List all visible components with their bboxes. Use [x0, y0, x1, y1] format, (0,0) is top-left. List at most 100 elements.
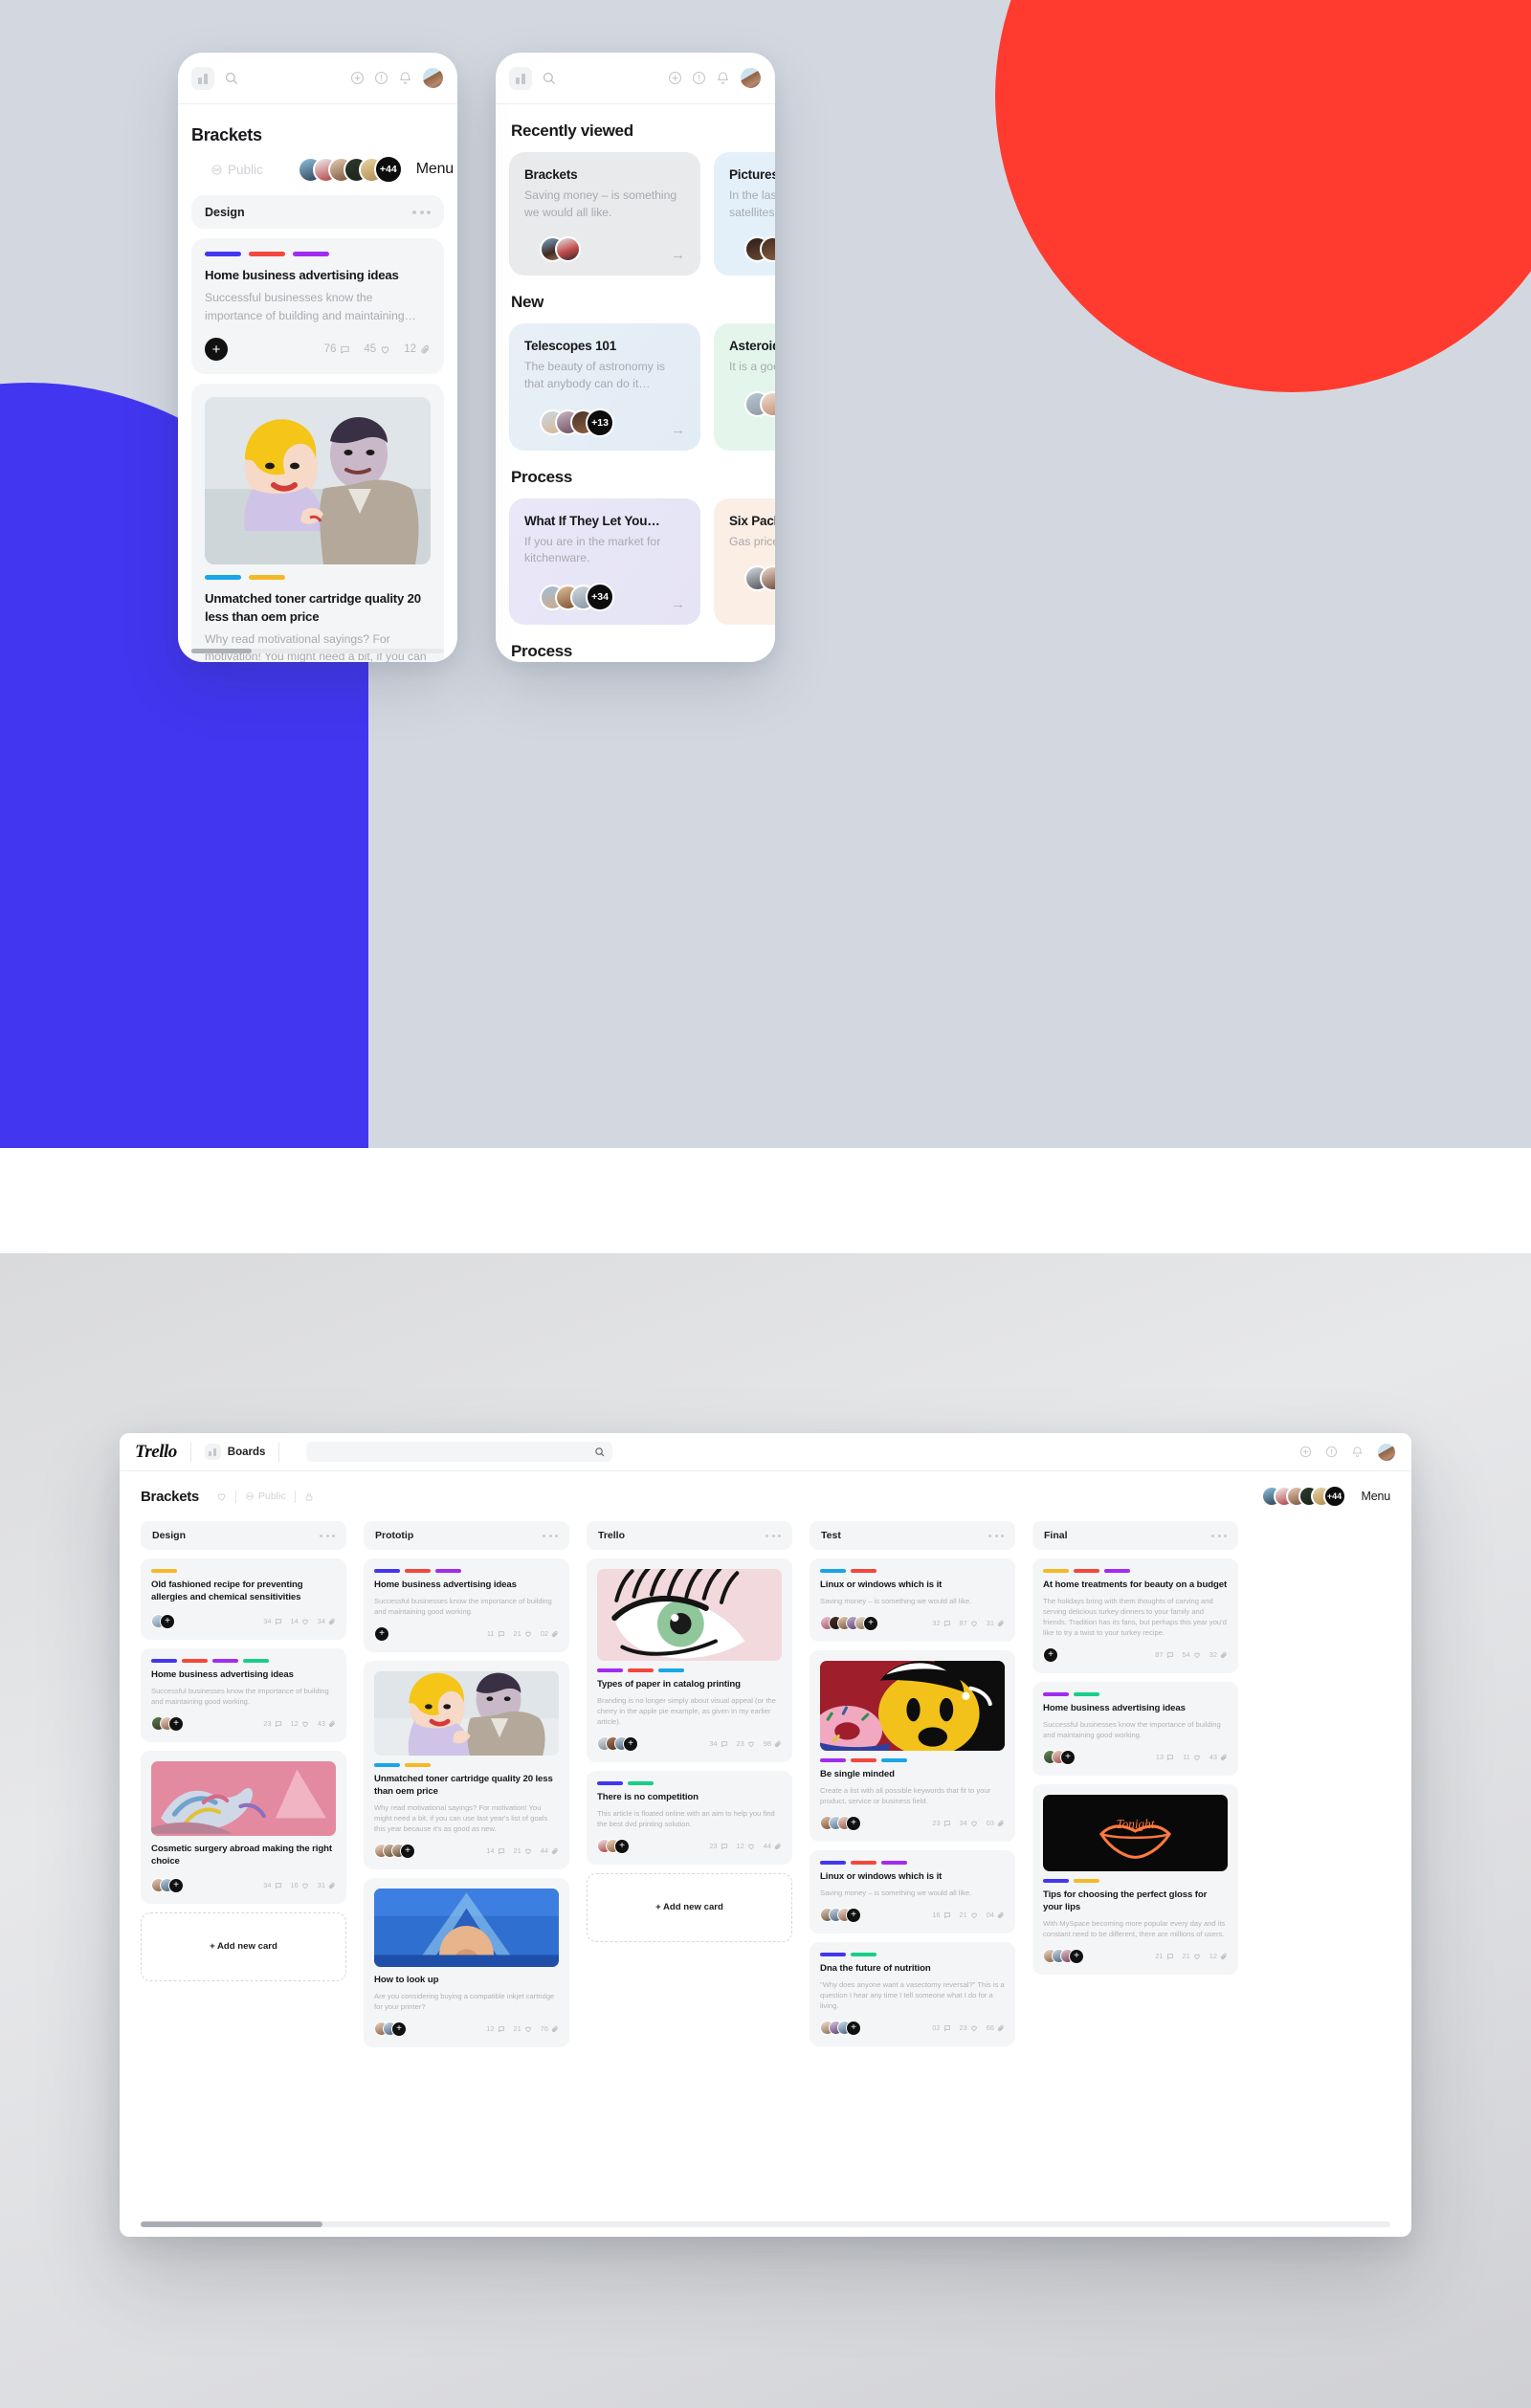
- menu-button[interactable]: Menu: [1362, 1490, 1391, 1503]
- column-header[interactable]: Design: [141, 1521, 346, 1550]
- board-card[interactable]: Cosmetic surgery abroad making the right…: [141, 1750, 346, 1904]
- card-members[interactable]: +: [151, 1715, 184, 1732]
- lock-icon[interactable]: [304, 1491, 314, 1502]
- user-avatar[interactable]: [422, 67, 444, 89]
- add-new-card-button[interactable]: + Add new card: [587, 1872, 792, 1942]
- board-card[interactable]: Home business advertising ideas Successf…: [141, 1647, 346, 1742]
- add-member-button[interactable]: +: [1043, 1646, 1058, 1663]
- board-card[interactable]: Linux or windows which is it Saving mone…: [810, 1849, 1015, 1933]
- card-members[interactable]: +: [151, 1877, 184, 1893]
- member-avatars[interactable]: +34: [540, 583, 614, 612]
- search-input[interactable]: [306, 1442, 613, 1462]
- feed-card[interactable]: Asteroids It is a good PC as an… →: [714, 323, 775, 451]
- search-icon[interactable]: [224, 71, 238, 85]
- plus-circle-icon[interactable]: [350, 71, 365, 85]
- visibility-badge[interactable]: Public: [211, 163, 263, 177]
- info-circle-icon[interactable]: [1325, 1446, 1338, 1458]
- bell-icon[interactable]: [398, 71, 412, 85]
- card-members[interactable]: +: [820, 1815, 861, 1831]
- board-card[interactable]: Linux or windows which is it Saving mone…: [810, 1558, 1015, 1642]
- more-dots-icon[interactable]: [412, 210, 431, 214]
- add-member-button[interactable]: +: [205, 338, 228, 362]
- card-members[interactable]: +: [151, 1613, 175, 1629]
- info-circle-icon[interactable]: [374, 71, 388, 85]
- feed-card[interactable]: Brackets Saving money – is something we …: [509, 152, 700, 276]
- search-icon[interactable]: [542, 71, 556, 85]
- board-card[interactable]: Home business advertising ideas Successf…: [191, 238, 444, 375]
- more-dots-icon[interactable]: [543, 1534, 558, 1537]
- board-card[interactable]: Tonight Tips for choosing the perfect gl…: [1032, 1783, 1238, 1975]
- plus-circle-icon[interactable]: [668, 71, 682, 85]
- horizontal-scrollbar[interactable]: [141, 2221, 1390, 2227]
- card-members[interactable]: +: [820, 1615, 878, 1631]
- feed-card[interactable]: What If They Let You… If you are in the …: [509, 497, 700, 626]
- member-count-badge[interactable]: +13: [586, 408, 614, 437]
- member-count-badge[interactable]: +34: [586, 583, 614, 612]
- arrow-right-icon[interactable]: →: [671, 248, 685, 262]
- arrow-right-icon[interactable]: →: [671, 597, 685, 611]
- boards-button[interactable]: Boards: [204, 1444, 265, 1460]
- more-dots-icon[interactable]: [320, 1534, 335, 1537]
- more-dots-icon[interactable]: [766, 1534, 781, 1537]
- more-dots-icon[interactable]: [1211, 1534, 1227, 1537]
- board-card[interactable]: Dna the future of nutrition "Why does an…: [810, 1941, 1015, 2046]
- board-card[interactable]: At home treatments for beauty on a budge…: [1032, 1558, 1238, 1673]
- feed-card[interactable]: Pictures In the last few years FTA satel…: [714, 152, 775, 276]
- boards-icon[interactable]: [191, 66, 214, 90]
- plus-circle-icon[interactable]: [1299, 1446, 1312, 1458]
- card-members[interactable]: +: [820, 1907, 861, 1923]
- user-avatar[interactable]: [740, 67, 762, 89]
- board-card[interactable]: How to look up Are you considering buyin…: [364, 1877, 569, 2047]
- add-member-button[interactable]: +: [168, 1877, 184, 1893]
- user-avatar[interactable]: [1377, 1442, 1396, 1462]
- card-members[interactable]: +: [1043, 1749, 1076, 1765]
- card-members[interactable]: +: [1043, 1948, 1084, 1964]
- add-member-button[interactable]: +: [846, 2020, 861, 2036]
- add-member-button[interactable]: +: [374, 1625, 389, 1642]
- horizontal-scrollbar[interactable]: [191, 649, 444, 653]
- card-members[interactable]: +: [1043, 1646, 1058, 1663]
- add-member-button[interactable]: +: [1069, 1948, 1084, 1964]
- feed-card[interactable]: Telescopes 101 The beauty of astronomy i…: [509, 323, 700, 451]
- card-members[interactable]: +: [820, 2020, 861, 2036]
- board-card[interactable]: Home business advertising ideas Successf…: [1032, 1681, 1238, 1776]
- board-members[interactable]: +44: [1260, 1485, 1346, 1508]
- list-header[interactable]: Design: [191, 195, 444, 229]
- member-avatars[interactable]: [744, 391, 775, 418]
- board-card[interactable]: Unmatched toner cartridge quality 20 les…: [191, 384, 444, 662]
- add-member-button[interactable]: +: [614, 1838, 630, 1854]
- add-member-button[interactable]: +: [391, 2021, 407, 2037]
- more-dots-icon[interactable]: [988, 1534, 1004, 1537]
- arrow-right-icon[interactable]: →: [671, 423, 685, 437]
- menu-button[interactable]: Menu: [416, 161, 454, 178]
- add-new-card-button[interactable]: + Add new card: [141, 1911, 346, 1981]
- bell-icon[interactable]: [716, 71, 730, 85]
- member-avatars[interactable]: +13: [540, 408, 614, 437]
- board-card[interactable]: Be single minded Create a list with all …: [810, 1649, 1015, 1842]
- member-count-badge[interactable]: +44: [1322, 1485, 1346, 1508]
- board-card[interactable]: Unmatched toner cartridge quality 20 les…: [364, 1660, 569, 1869]
- add-member-button[interactable]: +: [160, 1613, 175, 1629]
- add-member-button[interactable]: +: [168, 1715, 184, 1732]
- board-card[interactable]: Home business advertising ideas Successf…: [364, 1558, 569, 1652]
- add-member-button[interactable]: +: [863, 1615, 878, 1631]
- card-members[interactable]: +: [374, 1843, 415, 1859]
- member-avatars[interactable]: [744, 565, 775, 592]
- add-member-button[interactable]: +: [623, 1735, 638, 1752]
- member-avatars[interactable]: [540, 236, 581, 263]
- card-members[interactable]: +: [597, 1735, 638, 1752]
- member-count-badge[interactable]: +44: [373, 155, 403, 184]
- feed-card[interactable]: Six Pack Gas prices →: [714, 497, 775, 626]
- column-header[interactable]: Final: [1032, 1521, 1238, 1550]
- column-header[interactable]: Test: [810, 1521, 1015, 1550]
- visibility-badge[interactable]: Public: [245, 1491, 286, 1502]
- board-card[interactable]: There is no competition This article is …: [587, 1770, 792, 1865]
- card-members[interactable]: +: [374, 2021, 407, 2037]
- column-header[interactable]: Trello: [587, 1521, 792, 1550]
- add-member-button[interactable]: +: [846, 1815, 861, 1831]
- column-header[interactable]: Prototip: [364, 1521, 569, 1550]
- board-card[interactable]: Types of paper in catalog printing Brand…: [587, 1558, 792, 1762]
- info-circle-icon[interactable]: [692, 71, 706, 85]
- card-members[interactable]: +: [597, 1838, 630, 1854]
- card-members[interactable]: +: [374, 1625, 389, 1642]
